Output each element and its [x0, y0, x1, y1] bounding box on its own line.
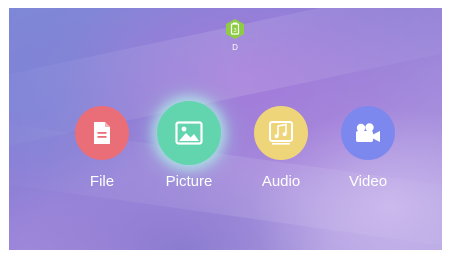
- audio-app-circle[interactable]: [254, 106, 308, 160]
- file-app[interactable]: File: [57, 100, 147, 191]
- usb-drive-icon: 3: [226, 19, 244, 39]
- video-app-circle[interactable]: [341, 106, 395, 160]
- file-app-label: File: [89, 173, 115, 190]
- home-screen: 3 D File Picture Audio Video: [9, 8, 442, 250]
- image-icon: [175, 121, 203, 145]
- picture-app-label: Picture: [165, 173, 213, 190]
- file-app-circle[interactable]: [75, 106, 129, 160]
- picture-app-circle[interactable]: [157, 101, 221, 165]
- drive-label: D: [232, 43, 238, 52]
- audio-app[interactable]: Audio: [236, 100, 326, 191]
- video-app[interactable]: Video: [323, 100, 413, 191]
- music-icon: [269, 121, 293, 145]
- app-launcher: File Picture Audio Video: [9, 100, 442, 200]
- document-icon: [94, 122, 110, 144]
- camera-icon: [356, 123, 380, 142]
- usb-drive[interactable]: 3 D: [222, 18, 248, 52]
- svg-text:3: 3: [233, 28, 236, 34]
- picture-app[interactable]: Picture: [144, 100, 234, 191]
- video-app-label: Video: [348, 173, 388, 190]
- audio-app-label: Audio: [261, 173, 301, 190]
